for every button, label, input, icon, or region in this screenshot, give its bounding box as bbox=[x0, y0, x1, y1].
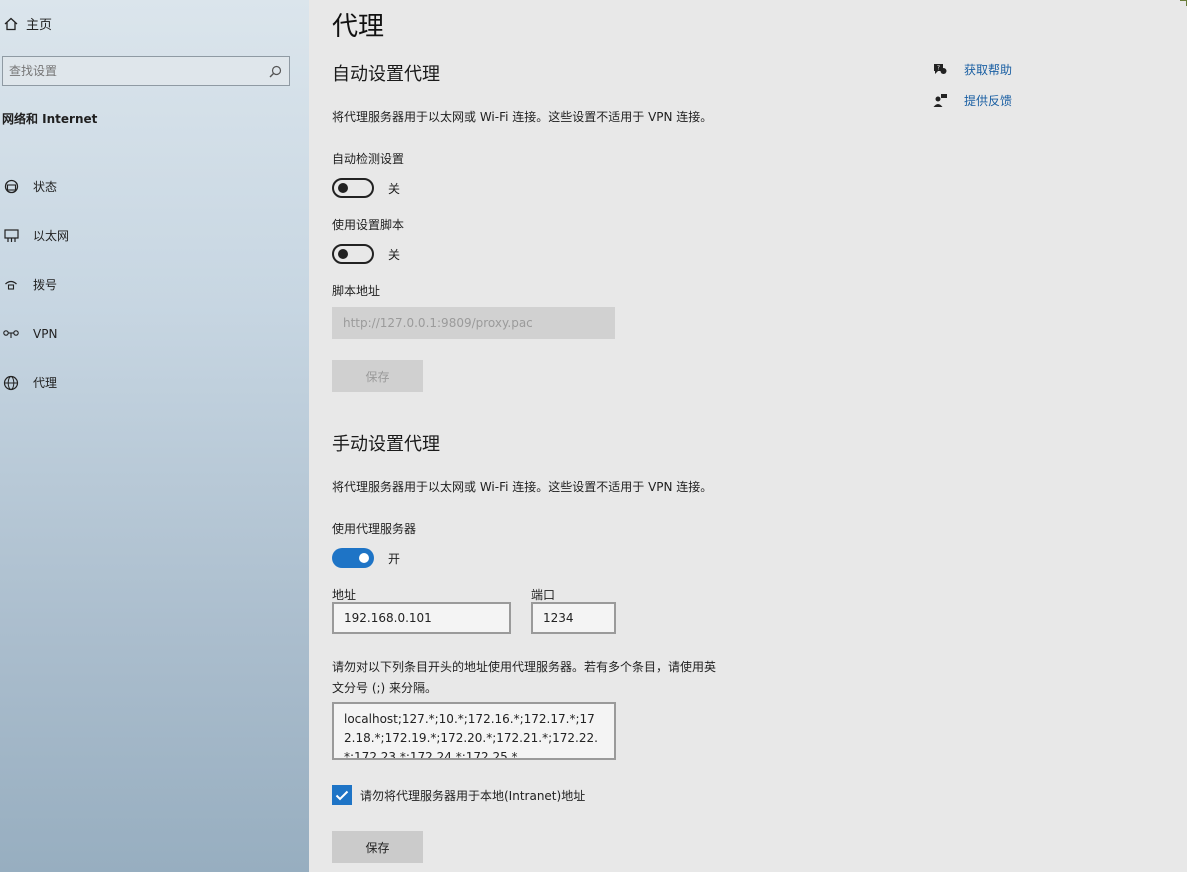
home-nav[interactable]: 主页 bbox=[4, 14, 52, 33]
auto-detect-toggle[interactable] bbox=[332, 178, 374, 198]
auto-proxy-heading: 自动设置代理 bbox=[332, 64, 440, 85]
use-proxy-toggle-row: 开 bbox=[332, 548, 400, 568]
auto-proxy-description: 将代理服务器用于以太网或 Wi-Fi 连接。这些设置不适用于 VPN 连接。 bbox=[332, 110, 713, 124]
section-title: 网络和 Internet bbox=[2, 112, 98, 126]
ethernet-icon bbox=[2, 228, 20, 243]
sidebar-item-label: VPN bbox=[33, 326, 58, 341]
sidebar-item-label: 以太网 bbox=[33, 229, 70, 243]
script-address-input[interactable] bbox=[332, 307, 615, 339]
vpn-icon bbox=[2, 328, 20, 340]
exceptions-textarea[interactable]: localhost;127.*;10.*;172.16.*;172.17.*;1… bbox=[332, 702, 616, 760]
toggle-knob bbox=[338, 183, 348, 193]
toggle-knob bbox=[338, 249, 348, 259]
feedback-link[interactable]: 提供反馈 bbox=[931, 85, 1012, 116]
search-icon[interactable] bbox=[267, 65, 283, 78]
setup-script-label: 使用设置脚本 bbox=[332, 218, 405, 232]
setup-script-state: 关 bbox=[388, 247, 401, 262]
feedback-label: 提供反馈 bbox=[964, 94, 1013, 108]
manual-proxy-description: 将代理服务器用于以太网或 Wi-Fi 连接。这些设置不适用于 VPN 连接。 bbox=[332, 480, 713, 494]
bypass-local-row[interactable]: 请勿将代理服务器用于本地(Intranet)地址 bbox=[332, 785, 585, 805]
toggle-knob bbox=[359, 553, 369, 563]
search-input[interactable] bbox=[9, 64, 267, 78]
sidebar: 主页 网络和 Internet 状态 以太网 拨号 bbox=[0, 0, 309, 872]
feedback-person-icon bbox=[931, 93, 949, 108]
proxy-globe-icon bbox=[2, 375, 20, 391]
script-address-label: 脚本地址 bbox=[332, 284, 381, 298]
dialup-icon bbox=[2, 278, 20, 292]
settings-search[interactable] bbox=[2, 56, 290, 86]
get-help-label: 获取帮助 bbox=[964, 63, 1013, 77]
sidebar-item-ethernet[interactable]: 以太网 bbox=[0, 211, 309, 260]
sidebar-item-status[interactable]: 状态 bbox=[0, 162, 309, 211]
svg-text:?: ? bbox=[937, 65, 940, 72]
chat-help-icon: ? bbox=[931, 62, 949, 77]
corner-mark-icon bbox=[1180, 0, 1187, 6]
sidebar-item-label: 状态 bbox=[33, 180, 58, 194]
page-title: 代理 bbox=[332, 12, 385, 42]
home-icon bbox=[4, 17, 26, 31]
exceptions-note-line1: 请勿对以下列条目开头的地址使用代理服务器。若有多个条目，请使用英 bbox=[332, 660, 717, 674]
setup-script-toggle[interactable] bbox=[332, 244, 374, 264]
proxy-port-input[interactable] bbox=[531, 602, 616, 634]
auto-save-button[interactable]: 保存 bbox=[332, 360, 423, 392]
sidebar-item-label: 拨号 bbox=[33, 278, 58, 292]
proxy-address-input[interactable] bbox=[332, 602, 511, 634]
sidebar-item-proxy[interactable]: 代理 bbox=[0, 358, 309, 407]
bypass-local-label: 请勿将代理服务器用于本地(Intranet)地址 bbox=[360, 788, 586, 803]
sidebar-item-dialup[interactable]: 拨号 bbox=[0, 260, 309, 309]
exceptions-note-line2: 文分号 (;) 来分隔。 bbox=[332, 681, 438, 695]
auto-detect-label: 自动检测设置 bbox=[332, 152, 405, 166]
use-proxy-toggle[interactable] bbox=[332, 548, 374, 568]
sidebar-nav: 状态 以太网 拨号 VPN 代理 bbox=[0, 162, 309, 407]
setup-script-toggle-row: 关 bbox=[332, 244, 400, 264]
main-content: 代理 自动设置代理 将代理服务器用于以太网或 Wi-Fi 连接。这些设置不适用于… bbox=[309, 0, 1187, 872]
use-proxy-state: 开 bbox=[388, 551, 401, 566]
auto-detect-state: 关 bbox=[388, 181, 401, 196]
status-icon bbox=[2, 179, 20, 194]
sidebar-item-vpn[interactable]: VPN bbox=[0, 309, 309, 358]
use-proxy-label: 使用代理服务器 bbox=[332, 522, 417, 536]
home-label: 主页 bbox=[26, 18, 53, 33]
port-label: 端口 bbox=[531, 588, 556, 602]
auto-detect-toggle-row: 关 bbox=[332, 178, 400, 198]
bypass-local-checkbox[interactable] bbox=[332, 785, 352, 805]
sidebar-item-label: 代理 bbox=[33, 376, 58, 390]
manual-save-button[interactable]: 保存 bbox=[332, 831, 423, 863]
get-help-link[interactable]: ? 获取帮助 bbox=[931, 54, 1012, 85]
help-panel: ? 获取帮助 提供反馈 bbox=[931, 54, 1012, 116]
manual-proxy-heading: 手动设置代理 bbox=[332, 434, 440, 455]
address-label: 地址 bbox=[332, 588, 357, 602]
